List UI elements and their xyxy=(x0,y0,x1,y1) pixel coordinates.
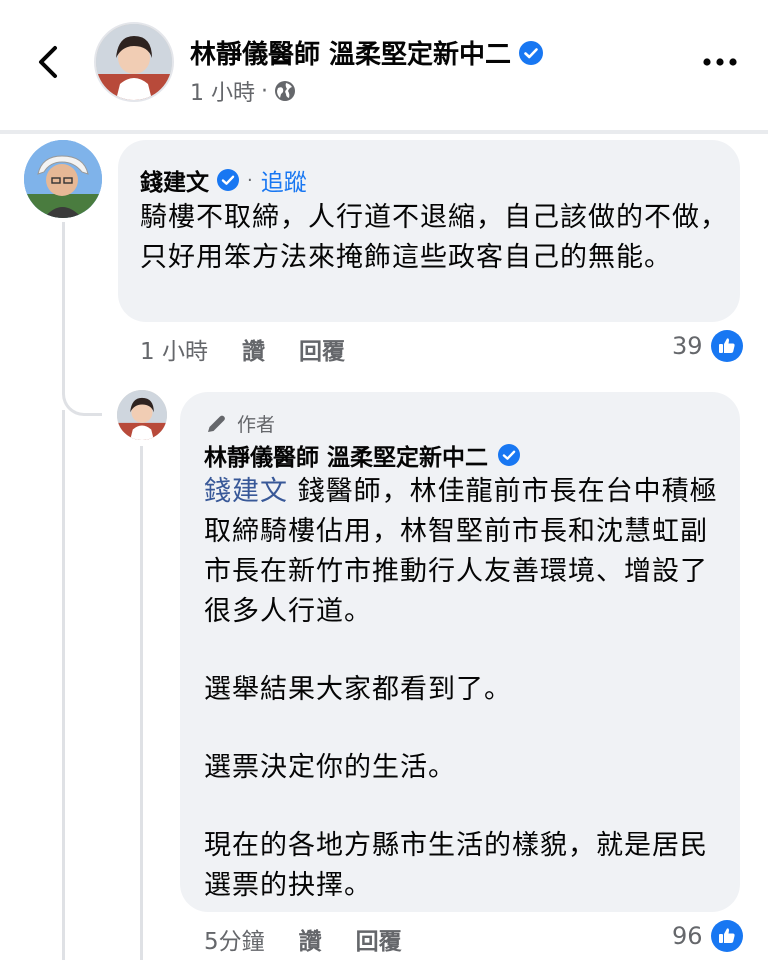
reply-button[interactable]: 回覆 xyxy=(299,332,345,366)
reply-button[interactable]: 回覆 xyxy=(356,922,402,956)
mention-link[interactable]: 錢建文 xyxy=(204,476,288,507)
reply-header: 林靜儀醫師 溫柔堅定新中二 xyxy=(204,438,521,472)
reply-author-name[interactable]: 林靜儀醫師 溫柔堅定新中二 xyxy=(204,438,488,472)
header-divider xyxy=(0,130,768,134)
like-count-value: 39 xyxy=(672,332,703,360)
meta-separator: · xyxy=(261,78,268,104)
comment-text: 騎樓不取締，人行道不退縮，自己該做的不做，只好用笨方法來掩飾這些政客自己的無能。 xyxy=(140,202,728,273)
page-name[interactable]: 林靜儀醫師 溫柔堅定新中二 xyxy=(190,34,544,71)
author-tag-label: 作者 xyxy=(237,414,276,436)
reply-paragraph: 選票決定你的生活。 xyxy=(204,752,456,783)
commenter-avatar[interactable] xyxy=(24,140,102,218)
globe-icon xyxy=(275,81,295,101)
reply-actions: 5分鐘 讚 回覆 xyxy=(204,922,402,956)
comment-like-count[interactable]: 39 xyxy=(672,330,743,362)
back-button[interactable] xyxy=(30,44,66,80)
reply-text: 錢建文 錢醫師，林佳龍前市長在台中積極取締騎樓佔用，林智堅前市長和沈慧虹副市長在… xyxy=(204,472,724,906)
like-button[interactable]: 讚 xyxy=(299,922,322,956)
reply-like-count[interactable]: 96 xyxy=(672,920,743,952)
post-meta: 1 小時 · xyxy=(190,75,296,107)
page-avatar[interactable] xyxy=(94,22,174,102)
thread-line xyxy=(62,222,65,392)
more-options-button[interactable] xyxy=(700,50,740,74)
reply-paragraph: 錢建文 錢醫師，林佳龍前市長在台中積極取締騎樓佔用，林智堅前市長和沈慧虹副市長在… xyxy=(204,472,724,632)
header-separator: · xyxy=(247,169,253,191)
verified-badge-icon xyxy=(519,40,544,65)
follow-button[interactable]: 追蹤 xyxy=(261,163,307,197)
comment-author-name[interactable]: 錢建文 xyxy=(140,163,209,197)
chevron-left-icon xyxy=(39,46,57,78)
page-name-text[interactable]: 林靜儀醫師 溫柔堅定新中二 xyxy=(190,34,511,71)
comment-time[interactable]: 1 小時 xyxy=(140,332,208,366)
verified-badge-icon xyxy=(217,169,239,191)
thread-line xyxy=(62,410,65,960)
reply-paragraph: 現在的各地方縣市生活的樣貌，就是居民選票的抉擇。 xyxy=(204,830,708,901)
post-time[interactable]: 1 小時 xyxy=(190,75,255,107)
like-count-value: 96 xyxy=(672,922,703,950)
thumbs-up-icon xyxy=(710,920,743,952)
reply-thread-line xyxy=(140,446,143,960)
author-tag: 作者 xyxy=(205,410,275,437)
reply-author-avatar[interactable] xyxy=(117,390,167,440)
comment-header: 錢建文 · 追蹤 xyxy=(140,163,307,197)
thumbs-up-icon xyxy=(710,330,743,362)
pencil-icon xyxy=(208,415,225,432)
like-button[interactable]: 讚 xyxy=(242,332,265,366)
reply-time[interactable]: 5分鐘 xyxy=(204,922,265,956)
verified-badge-icon xyxy=(498,444,521,466)
reply-paragraph: 選舉結果大家都看到了。 xyxy=(204,674,512,705)
comment-actions: 1 小時 讚 回覆 xyxy=(140,332,345,366)
thread-line-curve xyxy=(62,388,102,416)
more-dots-icon xyxy=(703,58,737,66)
